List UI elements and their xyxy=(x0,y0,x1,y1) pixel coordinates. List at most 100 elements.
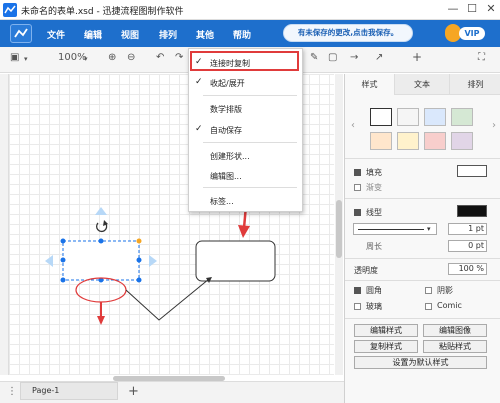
red-pointer-arrow-head xyxy=(238,225,250,238)
redo-icon[interactable]: ↷ xyxy=(175,52,183,63)
set-default-style-button[interactable]: 设置为默认样式 xyxy=(354,356,487,369)
arrow-right-hint-icon[interactable] xyxy=(149,255,157,267)
line-checkbox[interactable] xyxy=(354,209,361,216)
unsaved-notice-button[interactable]: 有未保存的更改,点击我保存。 xyxy=(283,24,413,42)
shadow-label: 阴影 xyxy=(437,286,453,295)
rounded-label: 圆角 xyxy=(366,286,382,295)
menu-item-autosave[interactable]: ✓ 自动保存 xyxy=(189,121,304,139)
rounding-handle[interactable] xyxy=(136,238,142,244)
connector-line[interactable] xyxy=(125,278,210,321)
edit-image-button[interactable]: 编辑图像 xyxy=(423,324,487,337)
swatch-light-green[interactable] xyxy=(451,108,473,126)
line-color-picker[interactable] xyxy=(457,205,487,217)
arrow-left-hint-icon[interactable] xyxy=(45,255,53,267)
copy-style-button[interactable]: 复制样式 xyxy=(354,340,418,353)
maximize-button[interactable]: ☐ xyxy=(465,2,479,15)
menu-item-edit-diagram[interactable]: 编辑图... xyxy=(189,167,304,185)
highlight-box xyxy=(190,51,299,71)
menu-bar: 文件 编辑 视图 排列 其他 帮助 xyxy=(0,20,500,47)
waypoint-icon[interactable]: ↗ xyxy=(375,52,383,63)
menu-other[interactable]: 其他 xyxy=(196,28,214,41)
window-title: 未命名的表单.xsd - 迅捷流程图制作软件 xyxy=(21,7,184,17)
undo-icon[interactable]: ↶ xyxy=(156,52,164,63)
rotate-icon[interactable] xyxy=(95,220,108,233)
divider xyxy=(345,198,500,199)
resize-handle[interactable] xyxy=(136,257,142,263)
swatch-light-yellow[interactable] xyxy=(397,132,419,150)
menu-view[interactable]: 视图 xyxy=(121,28,139,41)
resize-handle[interactable] xyxy=(60,238,66,244)
connection-icon[interactable]: → xyxy=(350,52,358,63)
menu-item-tags[interactable]: 标签... xyxy=(189,192,304,210)
swatch-light-blue[interactable] xyxy=(424,108,446,126)
line-color-icon[interactable]: ✎ xyxy=(310,52,318,63)
vip-badge[interactable]: VIP xyxy=(459,27,485,40)
rounded-rectangle-shape[interactable] xyxy=(195,240,276,282)
menu-divider xyxy=(203,187,297,188)
line-width-field[interactable]: 1 pt xyxy=(448,223,487,235)
gradient-checkbox[interactable] xyxy=(354,184,361,191)
fill-color-picker[interactable] xyxy=(457,165,487,177)
left-gutter xyxy=(0,74,9,375)
swatch-prev-icon[interactable]: ‹ xyxy=(351,120,355,131)
chevron-down-icon[interactable]: ▾ xyxy=(24,55,28,63)
zoom-chevron-icon[interactable]: ▾ xyxy=(84,55,88,63)
minimize-button[interactable]: — xyxy=(446,2,460,15)
swatch-light-purple[interactable] xyxy=(451,132,473,150)
glass-checkbox[interactable] xyxy=(354,303,361,310)
zoom-out-icon[interactable]: ⊖ xyxy=(127,52,135,63)
menu-file[interactable]: 文件 xyxy=(47,28,65,41)
resize-handle[interactable] xyxy=(60,257,66,263)
resize-handle[interactable] xyxy=(60,277,66,283)
comic-checkbox[interactable] xyxy=(425,303,432,310)
swatch-light-gray[interactable] xyxy=(397,108,419,126)
line-label: 线型 xyxy=(366,208,382,217)
menu-item-label: 收起/展开 xyxy=(210,79,245,88)
page-menu-icon[interactable]: ⋮ xyxy=(7,386,17,397)
shadow-icon[interactable]: ▢ xyxy=(328,52,337,63)
selected-shape[interactable] xyxy=(62,240,140,281)
tab-arrange[interactable]: 排列 xyxy=(450,74,500,95)
swatch-light-red[interactable] xyxy=(424,132,446,150)
fullscreen-icon[interactable]: ⛶ xyxy=(478,52,485,63)
page-tab-label: Page-1 xyxy=(32,386,60,395)
add-page-button[interactable]: + xyxy=(128,384,139,399)
resize-handle[interactable] xyxy=(136,277,142,283)
perimeter-field[interactable]: 0 pt xyxy=(448,240,487,252)
tab-text[interactable]: 文本 xyxy=(395,74,450,95)
menu-arrange[interactable]: 排列 xyxy=(159,28,177,41)
format-panel-icon[interactable]: ▣ xyxy=(10,52,19,63)
zoom-in-icon[interactable]: ⊕ xyxy=(108,52,116,63)
vertical-scroll-thumb[interactable] xyxy=(336,200,342,258)
page-tab[interactable]: Page-1 xyxy=(20,382,118,400)
menu-edit[interactable]: 编辑 xyxy=(84,28,102,41)
zoom-select[interactable]: 100% xyxy=(58,52,87,63)
dropdown-menu: ✓ 连接时复制 ✓ 收起/展开 数学排版 ✓ 自动保存 创建形状... 编辑图.… xyxy=(188,48,303,212)
menu-item-math-typesetting[interactable]: 数学排版 xyxy=(189,100,304,118)
resize-handle[interactable] xyxy=(98,238,104,244)
swatch-white[interactable] xyxy=(370,108,392,126)
divider xyxy=(345,318,500,319)
insert-icon[interactable]: + xyxy=(412,50,422,64)
menu-help[interactable]: 帮助 xyxy=(233,28,251,41)
line-style-select[interactable]: ▾ xyxy=(353,223,437,235)
opacity-label: 透明度 xyxy=(354,266,378,275)
close-button[interactable]: ✕ xyxy=(484,2,498,15)
opacity-field[interactable]: 100 % xyxy=(448,263,487,275)
paste-style-button[interactable]: 粘贴样式 xyxy=(423,340,487,353)
tab-style[interactable]: 样式 xyxy=(345,74,395,95)
app-icon xyxy=(3,3,17,17)
check-icon: ✓ xyxy=(195,77,203,87)
menu-item-create-shape[interactable]: 创建形状... xyxy=(189,147,304,165)
menu-item-collapse-expand[interactable]: ✓ 收起/展开 xyxy=(189,74,304,92)
swatch-light-orange[interactable] xyxy=(370,132,392,150)
fill-checkbox[interactable] xyxy=(354,169,361,176)
swatch-next-icon[interactable]: › xyxy=(492,120,496,131)
menu-item-label: 自动保存 xyxy=(210,126,242,135)
edit-style-button[interactable]: 编辑样式 xyxy=(354,324,418,337)
rounded-checkbox[interactable] xyxy=(354,287,361,294)
menu-item-label: 标签... xyxy=(210,197,234,206)
check-icon: ✓ xyxy=(195,124,203,134)
arrow-up-hint-icon[interactable] xyxy=(95,207,107,215)
shadow-checkbox[interactable] xyxy=(425,287,432,294)
